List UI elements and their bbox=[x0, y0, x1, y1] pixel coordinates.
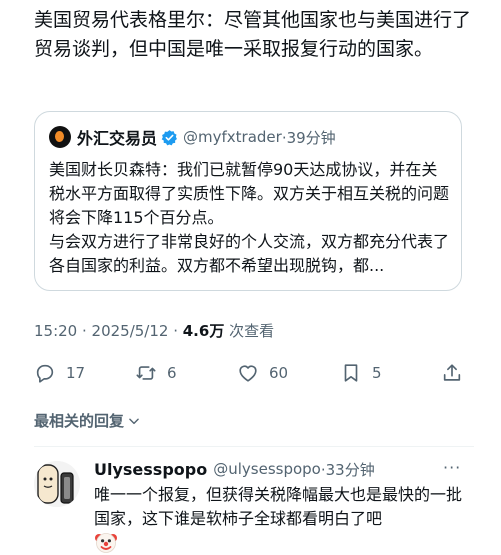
reply-header: Ulysesspopo @ulysesspopo ·33分钟 bbox=[94, 458, 375, 480]
reply-author-handle[interactable]: @ulysesspopo bbox=[213, 460, 321, 478]
reply-button[interactable]: 17 bbox=[34, 355, 85, 391]
reply-author-name[interactable]: Ulysesspopo bbox=[94, 460, 207, 479]
reply-body: 唯一一个报复，但获得关税降幅最大也是最快的一批国家，这下谁是软柿子全球都看明白了… bbox=[94, 483, 474, 531]
verified-badge-icon bbox=[161, 129, 177, 145]
quoted-tweet-body: 美国财长贝森特：我们已就暂停90天达成协议，并在关税水平方面取得了实质性下降。双… bbox=[49, 158, 449, 278]
tweet-timestamp[interactable]: 15:20 · 2025/5/12 · bbox=[34, 322, 183, 340]
view-count-label: 次查看 bbox=[224, 322, 275, 340]
bookmark-count: 5 bbox=[372, 364, 382, 382]
quoted-tweet[interactable]: 外汇交易员 @myfxtrader ·39分钟 美国财长贝森特：我们已就暂停90… bbox=[34, 111, 462, 291]
heart-icon bbox=[239, 365, 257, 382]
tweet-text: 美国贸易代表格里尔：尽管其他国家也与美国进行了贸易谈判，但中国是唯一采取报复行动… bbox=[34, 9, 472, 60]
action-bar: 17 6 60 5 bbox=[0, 355, 501, 391]
bookmark-icon bbox=[344, 364, 358, 382]
quoted-author-handle[interactable]: @myfxtrader bbox=[183, 128, 282, 146]
retweet-count: 6 bbox=[167, 364, 177, 382]
reply-count: 17 bbox=[66, 364, 86, 382]
chevron-down-icon bbox=[129, 418, 139, 424]
reply-text: 唯一一个报复，但获得关税降幅最大也是最快的一批国家，这下谁是软柿子全球都看明白了… bbox=[94, 485, 463, 528]
share-button[interactable] bbox=[441, 355, 473, 391]
retweet-button[interactable]: 6 bbox=[135, 355, 177, 391]
quoted-paragraph: 美国财长贝森特：我们已就暂停90天达成协议，并在关税水平方面取得了实质性下降。双… bbox=[49, 160, 450, 227]
like-count: 60 bbox=[269, 364, 289, 382]
reply-timestamp[interactable]: ·33分钟 bbox=[321, 459, 375, 480]
like-button[interactable]: 60 bbox=[237, 355, 288, 391]
quoted-timestamp[interactable]: ·39分钟 bbox=[282, 127, 336, 148]
quoted-paragraph: 与会双方进行了非常良好的个人交流，双方都充分代表了各自国家的利益。双方都不希望出… bbox=[49, 232, 450, 275]
clown-face-emoji-icon bbox=[95, 533, 117, 553]
reply-avatar[interactable] bbox=[34, 461, 80, 507]
bookmark-button[interactable]: 5 bbox=[340, 355, 382, 391]
view-count: 4.6万 bbox=[182, 322, 225, 340]
retweet-icon bbox=[136, 366, 156, 380]
avatar-image bbox=[34, 461, 80, 507]
more-options-button[interactable]: ··· bbox=[443, 458, 461, 477]
reply-sort-dropdown[interactable]: 最相关的回复 bbox=[34, 410, 141, 431]
share-icon bbox=[443, 364, 461, 381]
avatar[interactable] bbox=[49, 126, 71, 148]
divider bbox=[34, 446, 474, 447]
reply-icon bbox=[36, 364, 54, 383]
tweet-meta: 15:20 · 2025/5/12 · 4.6万 次查看 bbox=[34, 320, 274, 341]
reply-sort-label: 最相关的回复 bbox=[34, 412, 125, 430]
quoted-tweet-header: 外汇交易员 @myfxtrader ·39分钟 bbox=[49, 126, 336, 148]
quoted-author-name[interactable]: 外汇交易员 bbox=[77, 125, 157, 149]
